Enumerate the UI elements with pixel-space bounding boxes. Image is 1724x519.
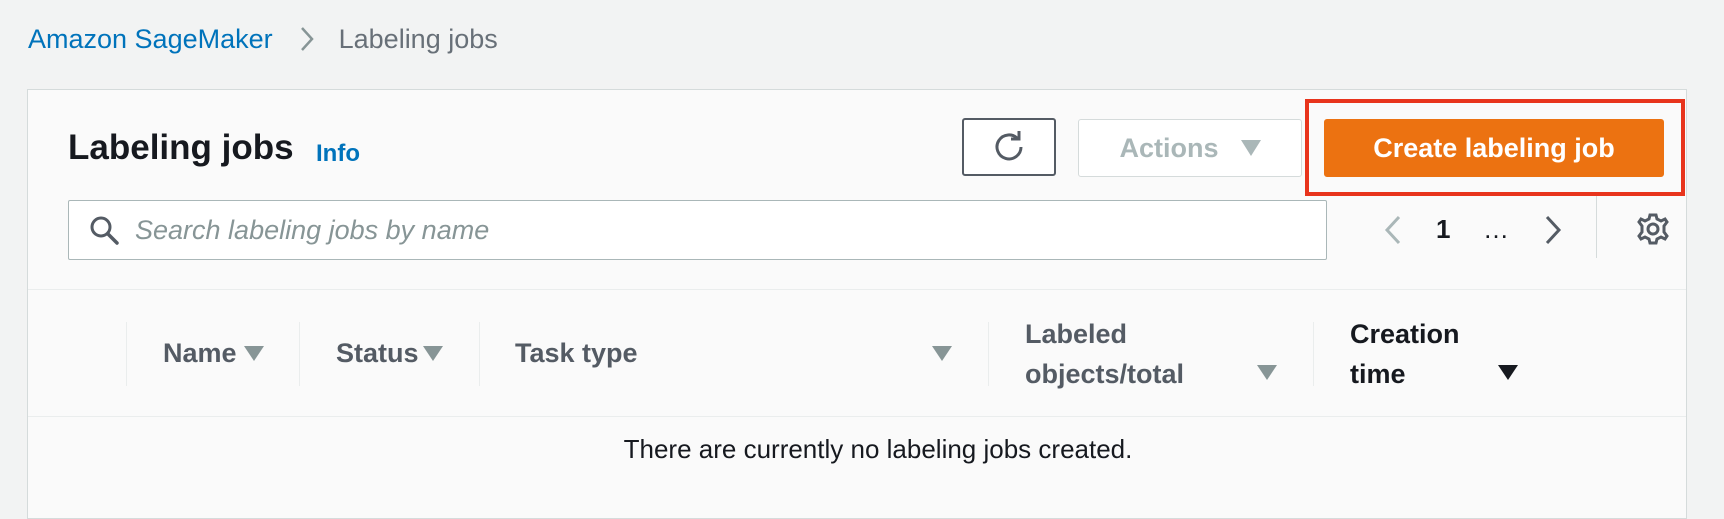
refresh-button[interactable] bbox=[962, 118, 1056, 176]
sort-caret-icon[interactable] bbox=[423, 346, 443, 361]
pagination-divider bbox=[1596, 196, 1597, 258]
sort-caret-icon[interactable] bbox=[932, 346, 952, 361]
table-header-border bbox=[28, 416, 1686, 417]
page-number-1[interactable]: 1 bbox=[1436, 214, 1450, 245]
search-input[interactable] bbox=[133, 213, 1326, 247]
chevron-right-icon bbox=[299, 26, 315, 52]
create-labeling-job-button[interactable]: Create labeling job bbox=[1324, 119, 1664, 177]
sort-caret-icon[interactable] bbox=[1257, 365, 1277, 380]
column-header-labeled-line1[interactable]: Labeled bbox=[1025, 314, 1127, 354]
sort-caret-active-icon[interactable] bbox=[1498, 365, 1518, 380]
actions-label: Actions bbox=[1119, 132, 1219, 163]
column-divider bbox=[479, 322, 480, 386]
search-icon bbox=[89, 215, 119, 245]
breadcrumb: Amazon SageMaker Labeling jobs bbox=[28, 18, 498, 60]
labeling-jobs-panel: Labeling jobs Info Actions Create labeli… bbox=[27, 89, 1687, 519]
column-divider bbox=[988, 322, 989, 386]
refresh-icon bbox=[992, 130, 1026, 164]
sort-caret-icon[interactable] bbox=[244, 346, 264, 361]
column-divider bbox=[126, 322, 127, 386]
column-header-labeled-line2[interactable]: objects/total bbox=[1025, 354, 1184, 394]
column-header-creation-line2[interactable]: time bbox=[1350, 354, 1406, 394]
column-header-status[interactable]: Status bbox=[336, 333, 419, 373]
pagination-ellipsis: … bbox=[1483, 214, 1509, 244]
caret-down-icon bbox=[1240, 140, 1261, 156]
breadcrumb-current: Labeling jobs bbox=[338, 23, 498, 54]
column-header-name[interactable]: Name bbox=[163, 333, 237, 373]
next-page-icon[interactable] bbox=[1533, 206, 1573, 254]
column-header-creation-line1[interactable]: Creation bbox=[1350, 314, 1460, 354]
column-divider bbox=[299, 322, 300, 386]
info-link[interactable]: Info bbox=[316, 140, 360, 168]
actions-dropdown[interactable]: Actions bbox=[1078, 119, 1302, 177]
empty-state-message: There are currently no labeling jobs cre… bbox=[623, 434, 1133, 464]
settings-gear-icon[interactable] bbox=[1630, 206, 1676, 252]
column-header-task-type[interactable]: Task type bbox=[515, 333, 638, 373]
table-header: Name Status Task type Labeled objects/to… bbox=[28, 290, 1686, 416]
search-field[interactable] bbox=[68, 200, 1327, 260]
page-title: Labeling jobs bbox=[68, 128, 294, 167]
previous-page-icon[interactable] bbox=[1373, 206, 1413, 254]
breadcrumb-sagemaker-link[interactable]: Amazon SageMaker bbox=[28, 24, 273, 55]
column-divider bbox=[1313, 322, 1314, 386]
